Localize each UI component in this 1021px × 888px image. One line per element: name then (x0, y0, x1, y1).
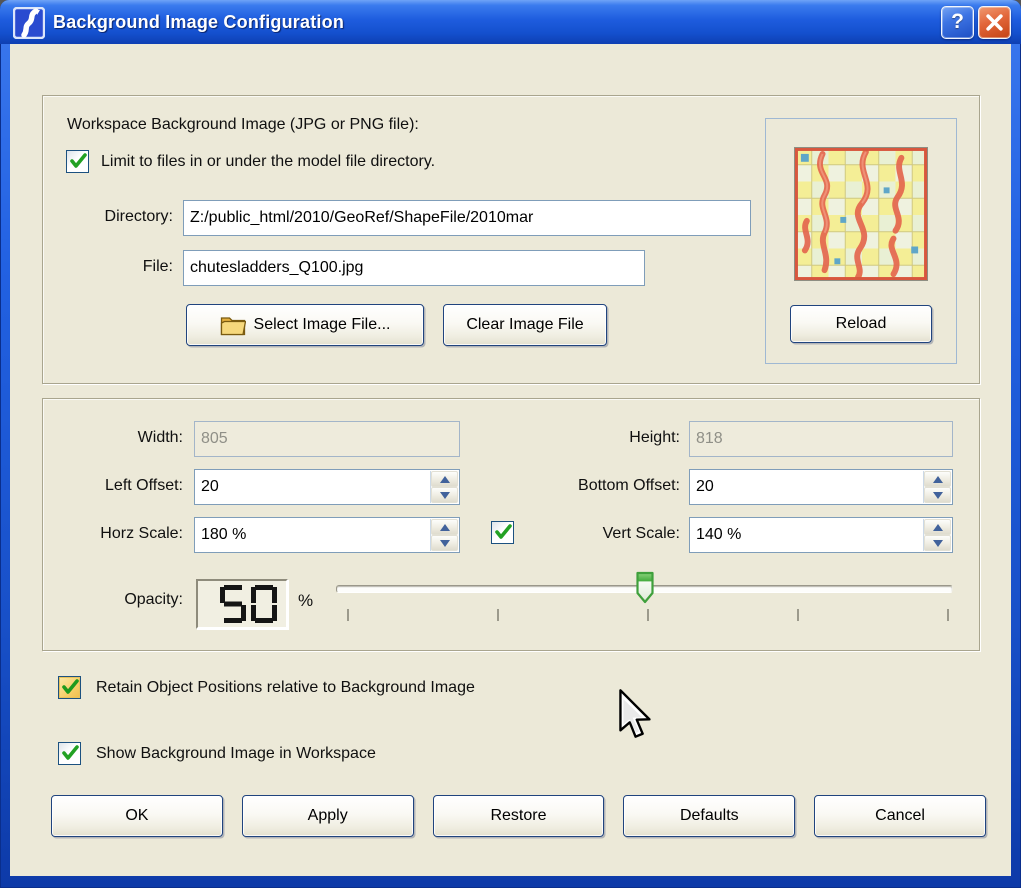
help-button[interactable]: ? (941, 6, 974, 39)
height-label: Height: (473, 429, 680, 447)
spin-down-button[interactable] (431, 535, 458, 551)
titlebar[interactable]: Background Image Configuration ? (0, 0, 1021, 44)
opacity-slider[interactable] (336, 571, 953, 627)
geometry-groupbox: Width: Height: Left Offset: Bottom Offse… (42, 398, 980, 651)
left-offset-label: Left Offset: (43, 477, 183, 495)
arrow-down-icon (440, 492, 450, 499)
clear-image-file-label: Clear Image File (466, 316, 583, 334)
arrow-down-icon (933, 540, 943, 547)
show-background-checkbox[interactable] (58, 742, 81, 765)
cancel-button[interactable]: Cancel (814, 795, 986, 837)
limit-directory-label: Limit to files in or under the model fil… (101, 153, 435, 171)
horz-scale-input[interactable] (194, 517, 460, 553)
preview-thumbnail (794, 147, 928, 281)
apply-label: Apply (308, 807, 348, 825)
defaults-button[interactable]: Defaults (623, 795, 795, 837)
spin-down-button[interactable] (924, 487, 951, 503)
arrow-up-icon (933, 524, 943, 531)
opacity-unit-label: % (298, 591, 313, 611)
spin-down-button[interactable] (431, 487, 458, 503)
spin-up-button[interactable] (924, 519, 951, 535)
bottom-offset-spinner (923, 471, 951, 503)
directory-label: Directory: (43, 208, 173, 226)
opacity-slider-handle[interactable] (635, 571, 654, 604)
check-icon (61, 678, 80, 697)
show-background-label: Show Background Image in Workspace (96, 745, 376, 763)
horz-scale-spinbox (194, 517, 460, 553)
vert-scale-spinner (923, 519, 951, 551)
vert-scale-checkbox[interactable] (491, 521, 514, 544)
retain-positions-label: Retain Object Positions relative to Back… (96, 679, 475, 697)
horz-scale-label: Horz Scale: (43, 525, 183, 543)
file-input[interactable] (183, 250, 645, 286)
close-button[interactable] (978, 6, 1011, 39)
riverware-app-icon (13, 7, 45, 39)
defaults-label: Defaults (680, 807, 739, 825)
bottom-offset-input[interactable] (689, 469, 953, 505)
opacity-label: Opacity: (43, 591, 183, 609)
limit-directory-checkbox[interactable] (66, 150, 89, 173)
image-preview-panel: Reload (765, 118, 957, 364)
file-label: File: (43, 258, 173, 276)
arrow-up-icon (440, 524, 450, 531)
retain-positions-checkbox[interactable] (58, 676, 81, 699)
slider-tick (797, 609, 799, 621)
select-image-file-label: Select Image File... (254, 316, 391, 334)
spin-up-button[interactable] (431, 519, 458, 535)
left-offset-input[interactable] (194, 469, 460, 505)
vert-scale-input[interactable] (689, 517, 953, 553)
left-offset-spinbox (194, 469, 460, 505)
folder-icon (220, 315, 246, 336)
reload-label: Reload (836, 315, 887, 333)
width-field (194, 421, 460, 457)
arrow-down-icon (933, 492, 943, 499)
arrow-down-icon (440, 540, 450, 547)
vert-scale-spinbox (689, 517, 953, 553)
slider-ticks (348, 609, 948, 623)
bottom-offset-spinbox (689, 469, 953, 505)
reload-button[interactable]: Reload (790, 305, 932, 343)
select-image-file-button[interactable]: Select Image File... (186, 304, 424, 346)
directory-input[interactable] (183, 200, 751, 236)
background-image-configuration-dialog: Background Image Configuration ? Workspa… (0, 0, 1021, 888)
workspace-image-groupbox: Workspace Background Image (JPG or PNG f… (42, 95, 980, 384)
close-icon (986, 14, 1003, 31)
width-label: Width: (43, 429, 183, 447)
check-icon (69, 152, 88, 171)
ok-button[interactable]: OK (51, 795, 223, 837)
show-background-option: Show Background Image in Workspace (58, 742, 376, 765)
check-icon (494, 523, 513, 542)
slider-tick (347, 609, 349, 621)
cancel-label: Cancel (875, 807, 925, 825)
workspace-image-heading: Workspace Background Image (JPG or PNG f… (67, 116, 419, 134)
window-title: Background Image Configuration (53, 12, 941, 33)
check-icon (61, 744, 80, 763)
vert-scale-label: Vert Scale: (523, 525, 680, 543)
apply-button[interactable]: Apply (242, 795, 414, 837)
left-offset-spinner (430, 471, 458, 503)
spin-down-button[interactable] (924, 535, 951, 551)
dialog-content: Workspace Background Image (JPG or PNG f… (10, 44, 1011, 876)
spin-up-button[interactable] (431, 471, 458, 487)
arrow-up-icon (440, 476, 450, 483)
clear-image-file-button[interactable]: Clear Image File (443, 304, 607, 346)
horz-scale-spinner (430, 519, 458, 551)
bottom-offset-label: Bottom Offset: (473, 477, 680, 495)
mouse-cursor (616, 688, 656, 746)
spin-up-button[interactable] (924, 471, 951, 487)
restore-button[interactable]: Restore (433, 795, 605, 837)
slider-tick (497, 609, 499, 621)
restore-label: Restore (490, 807, 546, 825)
dialog-button-row: OK Apply Restore Defaults Cancel (51, 795, 986, 837)
retain-positions-option: Retain Object Positions relative to Back… (58, 676, 475, 699)
opacity-lcd-display (196, 579, 288, 629)
ok-label: OK (125, 807, 148, 825)
arrow-up-icon (933, 476, 943, 483)
slider-tick (647, 609, 649, 621)
slider-tick (947, 609, 949, 621)
height-field (689, 421, 953, 457)
